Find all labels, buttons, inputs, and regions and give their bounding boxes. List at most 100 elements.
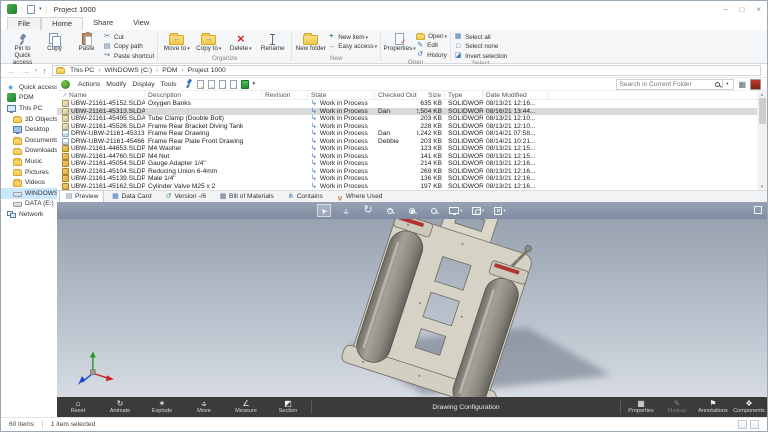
edit-button[interactable]: Edit <box>416 42 447 50</box>
model-tool-button[interactable]: Measure <box>225 397 267 417</box>
model-viewport[interactable] <box>57 219 767 397</box>
breadcrumb-segment[interactable]: PDM <box>154 67 179 74</box>
paste-shortcut-button[interactable]: Paste shortcut <box>103 52 154 60</box>
rotate-icon[interactable] <box>361 204 375 217</box>
search-box[interactable]: ▾ <box>616 78 735 90</box>
vertical-scrollbar[interactable]: ▲ ▼ <box>757 91 767 190</box>
scroll-down-icon[interactable]: ▼ <box>760 184 764 189</box>
sidebar-item[interactable]: Quick access <box>1 82 57 93</box>
panel-tool-button[interactable]: Annotations <box>695 397 731 417</box>
sidebar-item[interactable]: DATA (E:) <box>1 199 57 210</box>
pin-to-quick-access-button[interactable]: Pin to Quick access <box>7 31 38 66</box>
sidebar-item[interactable]: Music <box>1 156 57 167</box>
column-header-size[interactable]: Size <box>417 91 445 99</box>
column-header-date-modified[interactable]: Date Modified <box>483 91 549 99</box>
easy-access-button[interactable]: Easy access <box>327 43 377 51</box>
file-row[interactable]: UBW-21161-44653.SLDPRT M4 Washer Work in… <box>57 145 767 153</box>
file-row[interactable]: UBW-21161-45104.SLDPRT Reducing Union 6-… <box>57 167 767 176</box>
vault-icon[interactable] <box>240 79 249 89</box>
file-row[interactable]: UBW-21161-45526.SLDASM Frame Rear Bracke… <box>57 122 767 131</box>
breadcrumb-segment[interactable]: WINDOWS (C:) <box>96 67 154 74</box>
new-folder-button[interactable]: New folder <box>295 31 326 53</box>
address-bar[interactable]: This PCWINDOWS (C:)PDMProject 1000 <box>52 65 761 76</box>
display-mode-icon[interactable]: ▾ <box>449 204 463 217</box>
model-tool-button[interactable]: Explode <box>141 397 183 417</box>
column-header-state[interactable]: State <box>308 91 375 99</box>
column-header-description[interactable]: Description <box>145 91 262 99</box>
pin-icon[interactable] <box>185 79 193 89</box>
zoom-area-icon[interactable] <box>405 204 419 217</box>
up-button[interactable]: ↑ <box>43 66 48 76</box>
quick-access-toolbar-icon[interactable] <box>27 4 36 14</box>
forward-button[interactable]: → <box>21 66 30 76</box>
pan-icon[interactable] <box>339 204 353 217</box>
paste-button[interactable]: Paste <box>71 31 102 53</box>
model-tool-button[interactable]: Reset <box>57 397 99 417</box>
panel-tool-button[interactable]: Components <box>731 397 767 417</box>
copy-button[interactable]: Copy <box>39 31 70 53</box>
sidebar-item[interactable]: This PC <box>1 103 57 114</box>
pdm-menu-item[interactable]: Tools <box>161 81 177 88</box>
sidebar-item[interactable]: 3D Objects <box>1 114 57 125</box>
model-tool-button[interactable]: Section <box>267 397 309 417</box>
model-tool-button[interactable]: Animate <box>99 397 141 417</box>
preview-tab[interactable]: Where Used <box>330 190 389 202</box>
search-dropdown-icon[interactable]: ▾ <box>722 79 731 89</box>
sidebar-item[interactable]: WINDOWS (C:) <box>1 187 57 199</box>
ribbon-tab[interactable]: View <box>123 17 159 30</box>
fullscreen-icon[interactable] <box>754 206 762 214</box>
search-icon[interactable] <box>715 81 721 87</box>
preview-tab[interactable]: Version -/6 <box>159 190 213 202</box>
file-row[interactable]: UBW-21161-45152.SLDASM Oxygen Banks Work… <box>57 100 767 108</box>
open-button[interactable]: Open <box>416 32 447 40</box>
file-row[interactable]: DRW-UBW-21161-45313.SLDDRW Frame Rear Dr… <box>57 130 767 138</box>
pdm-menu-item[interactable]: Modify <box>106 81 126 88</box>
sidebar-item[interactable]: Pictures <box>1 167 57 178</box>
select-none-button[interactable]: Select none <box>454 43 507 51</box>
configuration-label[interactable]: Drawing Configuration <box>314 397 618 417</box>
qat-customize-icon[interactable]: ▾ <box>39 6 42 12</box>
column-header-revision[interactable]: Revision <box>262 91 308 99</box>
scrollbar-thumb[interactable] <box>758 98 766 124</box>
ribbon-tab[interactable]: Share <box>83 17 123 30</box>
more-tools-icon[interactable]: ▾ <box>253 81 256 87</box>
column-header-name[interactable]: ↗ Name <box>59 91 145 99</box>
thumbnails-view-icon[interactable] <box>750 420 759 429</box>
ribbon-tab[interactable]: Home <box>41 17 84 30</box>
copy-to-button[interactable]: Copy to <box>193 31 224 53</box>
zoom-fit-icon[interactable] <box>427 204 441 217</box>
file-row[interactable]: UBW-21161-44760.SLDPRT M4 Nut Work in Pr… <box>57 152 767 161</box>
pdm-menu-item[interactable]: Actions <box>78 81 100 88</box>
select-tool-icon[interactable] <box>317 204 331 217</box>
file-row[interactable]: DRW-UBW-21161-45466.SLDDRW Frame Rear Pl… <box>57 137 767 146</box>
copy-path-button[interactable]: Copy path <box>103 43 154 51</box>
pdm-menu-item[interactable]: Display <box>132 81 154 88</box>
breadcrumb-segment[interactable]: Project 1000 <box>179 67 227 74</box>
search-input[interactable] <box>619 80 714 88</box>
panel-tool-button[interactable]: Markup <box>659 397 695 417</box>
preview-tab[interactable]: Data Card <box>105 190 157 202</box>
check-in-icon[interactable] <box>207 79 216 90</box>
copy-tree-icon[interactable] <box>229 79 238 90</box>
cut-button[interactable]: Cut <box>103 33 154 41</box>
file-row[interactable]: UBW-21161-45139.SLDPRT Male 1/4" Work in… <box>57 175 767 183</box>
rename-button[interactable]: Rename <box>257 31 288 53</box>
file-row[interactable]: UBW-21161-45054.SLDPRT Gauge Adapter 1/4… <box>57 160 767 168</box>
sidebar-item[interactable]: Desktop <box>1 124 57 135</box>
back-button[interactable]: ← <box>7 66 16 76</box>
details-view-icon[interactable] <box>738 420 747 429</box>
zoom-in-out-icon[interactable] <box>383 204 397 217</box>
sidebar-item[interactable]: Downloads <box>1 146 57 157</box>
new-item-button[interactable]: New item <box>327 33 377 41</box>
scene-icon[interactable]: ▾ <box>471 204 485 217</box>
properties-button[interactable]: Properties <box>384 31 415 53</box>
move-to-button[interactable]: Move to <box>161 31 192 53</box>
delete-button[interactable]: × Delete <box>225 31 256 53</box>
column-header-checked-out-by[interactable]: Checked Out By <box>375 91 417 99</box>
orientation-cube-icon[interactable]: ▾ <box>493 204 507 217</box>
sidebar-item[interactable]: Documents <box>1 135 57 146</box>
minimize-button[interactable]: – <box>723 5 727 14</box>
close-button[interactable]: × <box>756 5 761 14</box>
invert-selection-button[interactable]: Invert selection <box>454 52 507 60</box>
breadcrumb-segment[interactable]: This PC <box>68 67 96 74</box>
